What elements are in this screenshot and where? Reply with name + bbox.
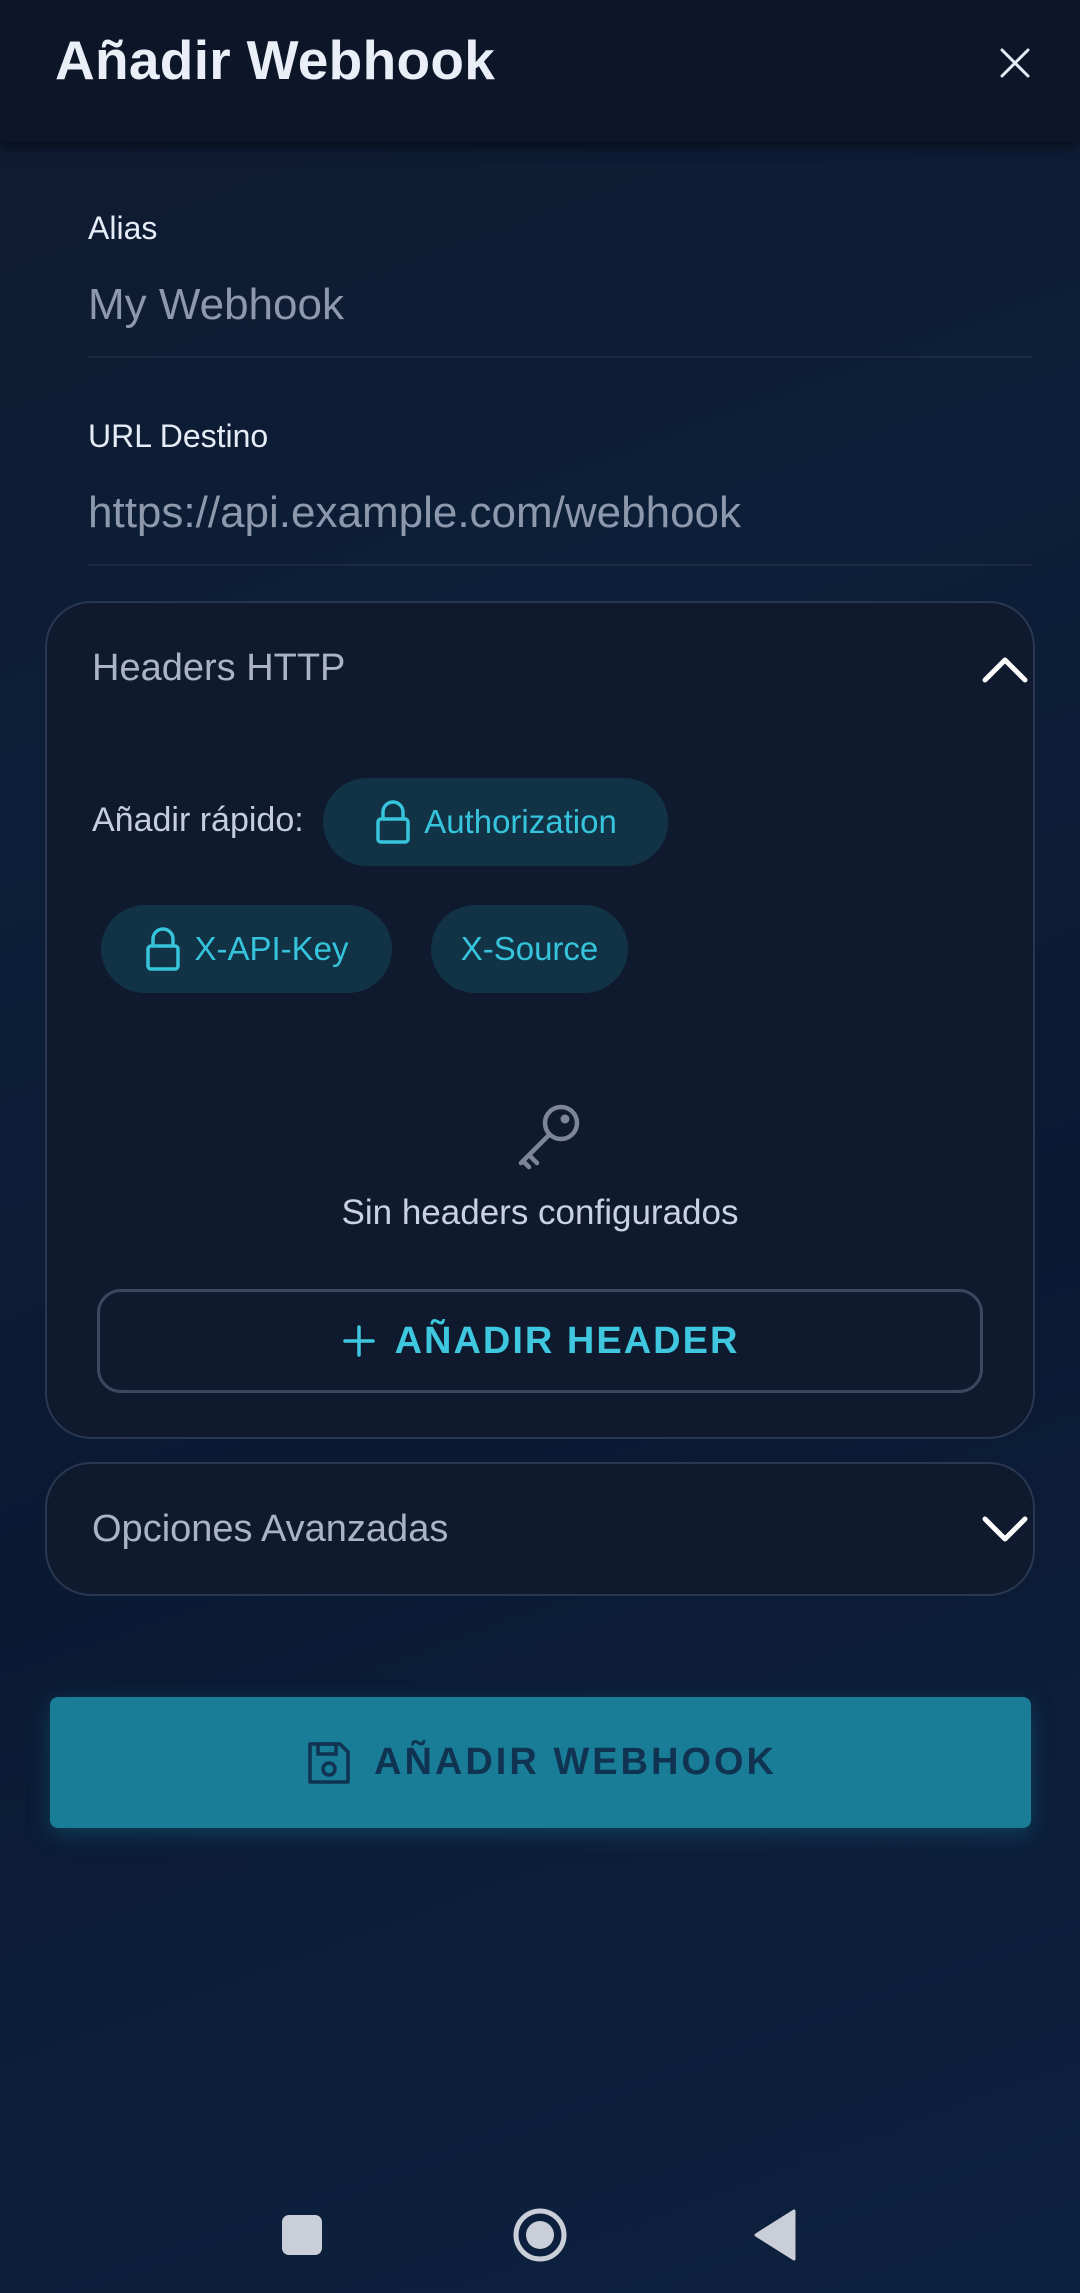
advanced-title: Opciones Avanzadas [92,1508,449,1550]
close-icon [1000,48,1030,78]
plus-icon [342,1325,375,1357]
url-field: URL Destino [88,418,1032,568]
home-button[interactable] [505,2200,575,2270]
system-nav-bar [0,2170,1080,2293]
add-header-button[interactable]: AÑADIR HEADER [97,1289,983,1393]
chip-x-source[interactable]: X-Source [431,905,628,993]
back-triangle-icon [754,2209,796,2261]
back-button[interactable] [741,2200,811,2270]
square-icon [282,2215,322,2255]
app-bar: Añadir Webhook [0,0,1080,142]
url-input[interactable] [88,478,1032,548]
url-label: URL Destino [88,418,269,454]
expand-advanced-button[interactable] [977,1502,1033,1558]
quick-add-label: Añadir rápido: [92,801,304,839]
home-circle-icon [513,2208,567,2262]
collapse-headers-button[interactable] [977,641,1033,697]
lock-icon [146,927,181,971]
headers-card: Headers HTTP Añadir rápido: Authorizatio… [45,601,1035,1439]
chevron-up-icon [982,657,1028,683]
advanced-card[interactable]: Opciones Avanzadas [45,1462,1035,1596]
empty-headers-text: Sin headers configurados [341,1193,739,1232]
chip-authorization[interactable]: Authorization [323,778,668,866]
recents-button[interactable] [267,2200,337,2270]
page-title: Añadir Webhook [55,29,496,91]
alias-label: Alias [88,210,158,246]
close-button[interactable] [990,38,1040,88]
alias-underline [88,356,1032,358]
chip-x-source-label: X-Source [460,930,599,967]
chip-authorization-label: Authorization [424,803,617,840]
chip-x-api-key[interactable]: X-API-Key [101,905,392,993]
chip-x-api-key-label: X-API-Key [194,930,349,967]
add-webhook-label: AÑADIR WEBHOOK [374,1741,777,1783]
add-header-label: AÑADIR HEADER [394,1319,740,1362]
save-icon [308,1741,350,1784]
add-webhook-button[interactable]: AÑADIR WEBHOOK [50,1697,1031,1828]
lock-icon [376,800,410,844]
alias-input[interactable] [88,270,1032,340]
chevron-down-icon [982,1516,1028,1542]
alias-field: Alias [88,210,1032,360]
key-icon [518,1104,580,1170]
headers-title[interactable]: Headers HTTP [92,647,345,690]
url-underline [88,564,1032,566]
